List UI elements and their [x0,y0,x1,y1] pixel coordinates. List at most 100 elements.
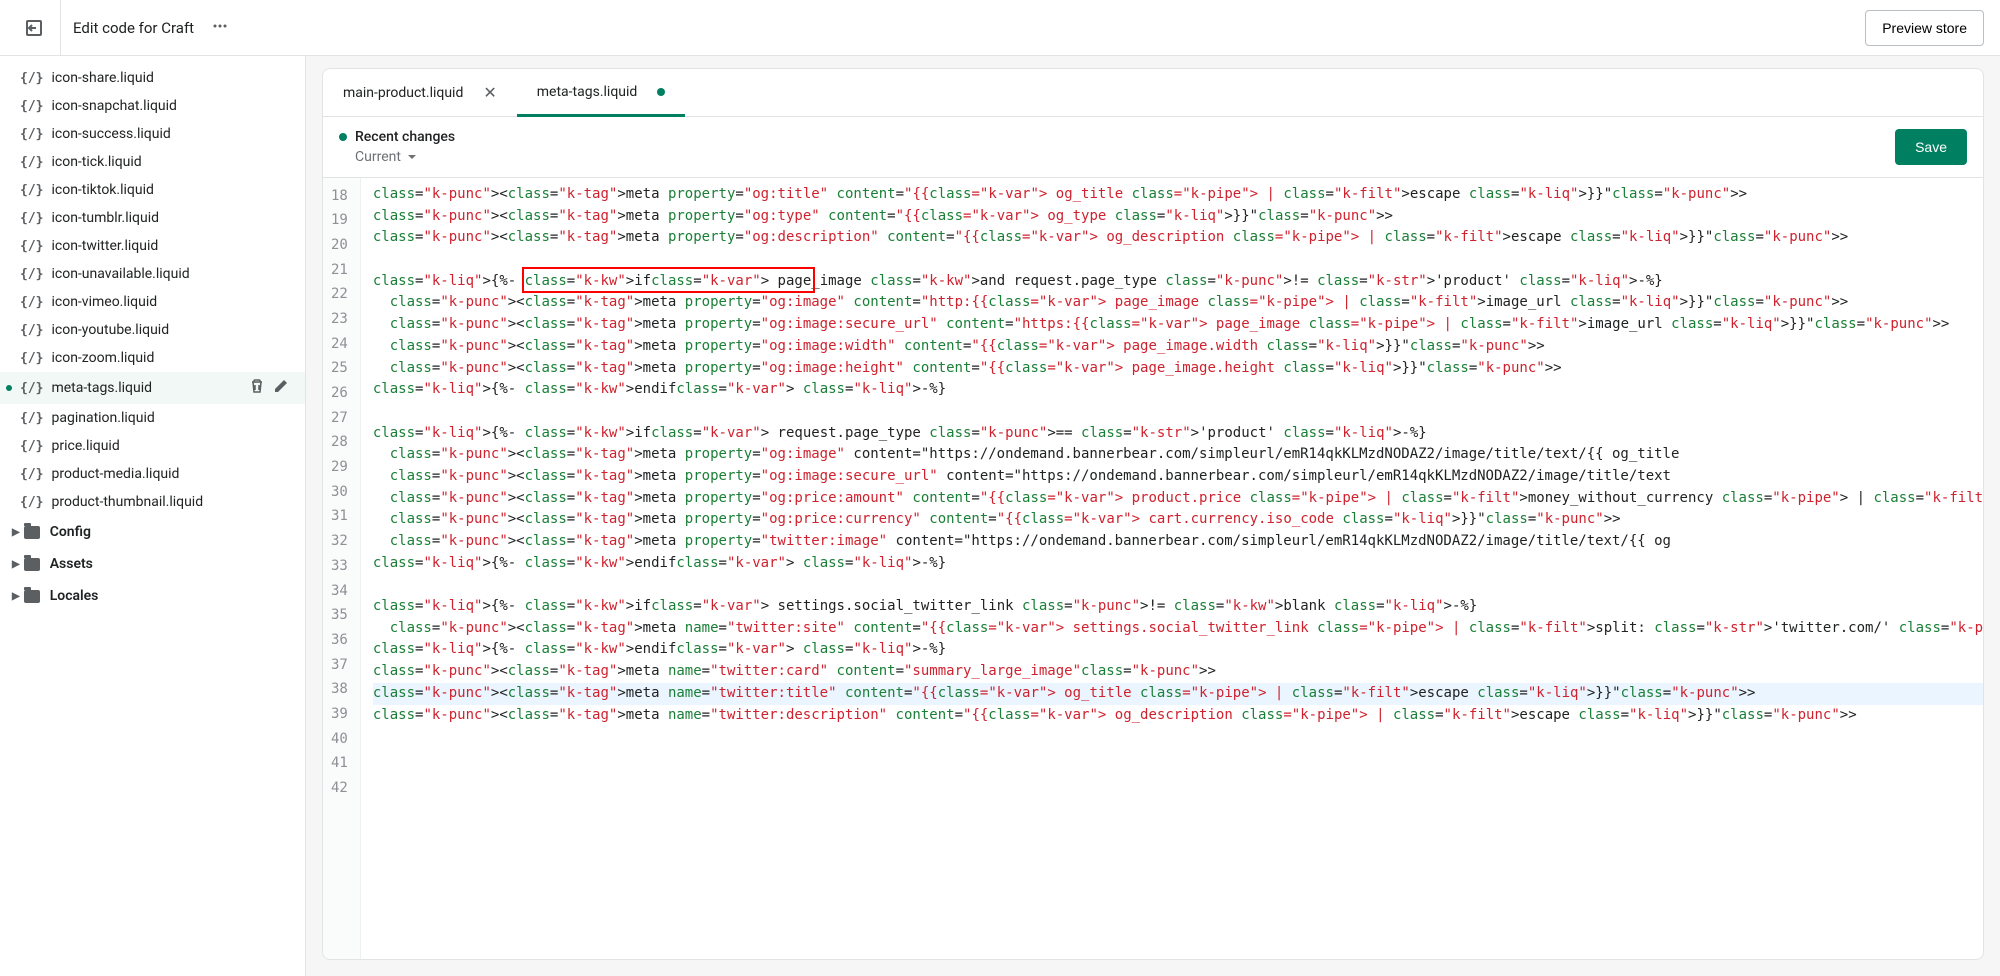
code-line[interactable]: class="k-punc"><class="k-tag">meta prope… [373,531,1983,553]
liquid-file-icon: {/} [20,323,43,338]
delete-icon[interactable] [249,378,265,398]
tab[interactable]: meta-tags.liquid [517,69,686,117]
liquid-file-icon: {/} [20,127,43,142]
changes-version-label: Current [355,149,401,165]
back-button[interactable] [16,10,52,46]
folder-item[interactable]: ▶ Config [0,516,305,548]
liquid-file-icon: {/} [20,183,43,198]
page-title: Edit code for Craft [73,19,194,37]
folder-icon [24,526,40,539]
code-editor[interactable]: 1819202122232425262728293031323334353637… [322,178,1984,960]
file-item[interactable]: {/} product-media.liquid [0,460,305,488]
code-line[interactable] [373,574,1983,596]
code-line[interactable]: class="k-liq">{%- class="k-kw">endifclas… [373,379,1983,401]
save-button[interactable]: Save [1895,129,1967,165]
code-line[interactable]: class="k-punc"><class="k-tag">meta prope… [373,227,1983,249]
code-line[interactable]: class="k-punc"><class="k-tag">meta prope… [373,206,1983,228]
file-name: meta-tags.liquid [51,380,152,396]
code-line[interactable]: class="k-liq">{%- class="k-kw">ifclass="… [373,596,1983,618]
more-button[interactable] [210,16,230,40]
code-line[interactable] [373,249,1983,271]
file-item[interactable]: {/} pagination.liquid [0,404,305,432]
code-line[interactable]: class="k-liq">{%- class="k-kw">endifclas… [373,639,1983,661]
code-line[interactable]: class="k-punc"><class="k-tag">meta prope… [373,509,1983,531]
code-line[interactable]: class="k-punc"><class="k-tag">meta prope… [373,184,1983,206]
liquid-file-icon: {/} [20,211,43,226]
editor-area: main-product.liquid ✕ meta-tags.liquid Rec… [306,56,2000,976]
folder-name: Config [50,524,91,540]
file-name: icon-snapchat.liquid [51,98,176,114]
file-item[interactable]: {/} icon-youtube.liquid [0,316,305,344]
file-item[interactable]: {/} icon-zoom.liquid [0,344,305,372]
divider [60,0,61,56]
chevron-right-icon: ▶ [12,591,20,602]
file-sidebar[interactable]: {/} icon-share.liquid {/} icon-snapchat.liq… [0,56,306,976]
file-item[interactable]: {/} icon-tumblr.liquid [0,204,305,232]
file-item[interactable]: {/}icon-twitter.liquid [0,232,305,260]
code-line[interactable]: class="k-punc"><class="k-tag">meta name=… [373,618,1983,640]
folder-item[interactable]: ▶Locales [0,580,305,612]
file-name: product-thumbnail.liquid [51,494,203,510]
code-line[interactable]: class="k-punc"><class="k-tag">meta prope… [373,466,1983,488]
file-name: icon-tumblr.liquid [51,210,159,226]
code-line[interactable]: class="k-punc"><class="k-tag">meta prope… [373,444,1983,466]
file-name: icon-share.liquid [51,70,153,86]
top-bar: Edit code for Craft Preview store [0,0,2000,56]
chevron-right-icon: ▶ [12,527,20,538]
file-item[interactable]: {/}icon-success.liquid [0,120,305,148]
recent-changes-label: Recent changes [355,129,455,145]
file-name: icon-tiktok.liquid [51,182,153,198]
preview-store-button[interactable]: Preview store [1865,10,1984,46]
code-line[interactable]: class="k-punc"><class="k-tag">meta name=… [373,683,1983,705]
file-item[interactable]: {/} icon-share.liquid [0,64,305,92]
liquid-file-icon: {/} [20,155,43,170]
code-line[interactable]: class="k-punc"><class="k-tag">meta prope… [373,488,1983,510]
file-name: pagination.liquid [51,410,154,426]
file-item[interactable]: {/} icon-tiktok.liquid [0,176,305,204]
chevron-down-icon [407,152,417,162]
file-item[interactable]: {/}product-thumbnail.liquid [0,488,305,516]
modified-dot-icon [6,385,12,391]
tab[interactable]: main-product.liquid ✕ [323,69,517,116]
liquid-file-icon: {/} [20,411,43,426]
edit-icon[interactable] [273,378,289,398]
folder-icon [24,590,40,603]
code-line[interactable]: class="k-punc"><class="k-tag">meta name=… [373,661,1983,683]
file-name: icon-zoom.liquid [51,350,154,366]
liquid-file-icon: {/} [20,351,43,366]
file-item[interactable]: {/}price.liquid [0,432,305,460]
liquid-file-icon: {/} [20,381,43,396]
code-line[interactable] [373,401,1983,423]
exit-icon [24,18,44,38]
modified-indicator-icon [339,133,347,141]
tab-label: meta-tags.liquid [537,84,638,100]
file-item[interactable]: {/}icon-unavailable.liquid [0,260,305,288]
liquid-file-icon: {/} [20,71,43,86]
file-name: icon-youtube.liquid [51,322,169,338]
code-line[interactable]: class="k-punc"><class="k-tag">meta prope… [373,358,1983,380]
code-line[interactable]: class="k-liq">{%- class="k-kw">ifclass="… [373,271,1983,293]
changes-version-select[interactable]: Current [355,149,455,165]
code-line[interactable]: class="k-punc"><class="k-tag">meta name=… [373,705,1983,727]
file-item[interactable]: {/} meta-tags.liquid [0,372,305,404]
file-name: product-media.liquid [51,466,179,482]
changes-bar: Recent changes Current Save [322,117,1984,178]
file-item[interactable]: {/}icon-vimeo.liquid [0,288,305,316]
code-line[interactable]: class="k-liq">{%- class="k-kw">endifclas… [373,553,1983,575]
folder-item[interactable]: ▶ Assets [0,548,305,580]
liquid-file-icon: {/} [20,439,43,454]
liquid-file-icon: {/} [20,467,43,482]
chevron-right-icon: ▶ [12,559,20,570]
file-item[interactable]: {/}icon-tick.liquid [0,148,305,176]
code-content[interactable]: class="k-punc"><class="k-tag">meta prope… [361,178,1983,959]
liquid-file-icon: {/} [20,99,43,114]
code-line[interactable]: class="k-punc"><class="k-tag">meta prope… [373,314,1983,336]
folder-name: Assets [50,556,93,572]
close-icon[interactable]: ✕ [483,83,496,102]
code-line[interactable]: class="k-punc"><class="k-tag">meta prope… [373,336,1983,358]
file-item[interactable]: {/} icon-snapchat.liquid [0,92,305,120]
tab-label: main-product.liquid [343,85,463,101]
code-line[interactable]: class="k-liq">{%- class="k-kw">ifclass="… [373,423,1983,445]
liquid-file-icon: {/} [20,295,43,310]
code-line[interactable]: class="k-punc"><class="k-tag">meta prope… [373,292,1983,314]
